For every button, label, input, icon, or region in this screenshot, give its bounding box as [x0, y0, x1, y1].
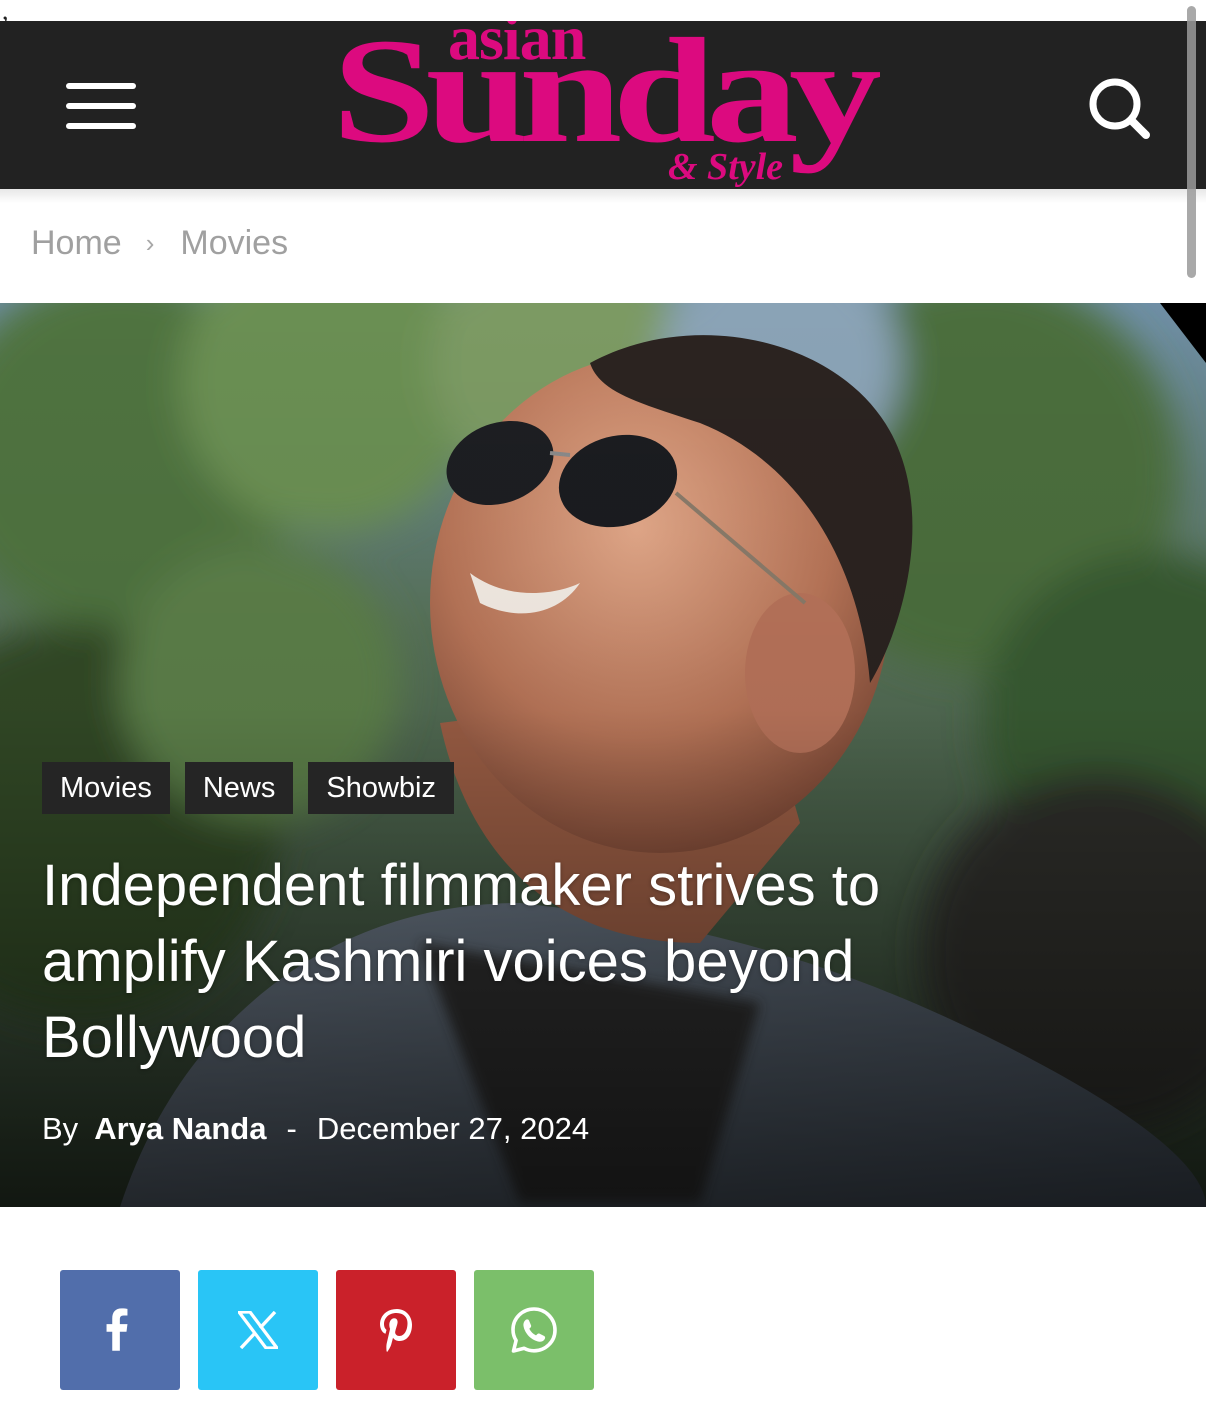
site-header: asian Sunday & Style	[0, 21, 1206, 189]
hamburger-menu-icon[interactable]	[66, 83, 138, 133]
page-scrollbar[interactable]	[1187, 6, 1196, 278]
article-meta: By Arya Nanda - December 27, 2024	[42, 1111, 589, 1147]
facebook-icon	[106, 1308, 128, 1351]
x-share-button[interactable]	[198, 1270, 318, 1390]
category-tag-showbiz[interactable]: Showbiz	[308, 762, 454, 814]
category-tags: Movies News Showbiz	[42, 762, 454, 814]
x-icon	[238, 1311, 278, 1349]
breadcrumb-separator: ›	[145, 228, 155, 258]
publish-date: December 27, 2024	[316, 1111, 590, 1146]
header-shadow	[0, 189, 1206, 203]
category-tag-news[interactable]: News	[184, 762, 294, 814]
share-buttons	[60, 1270, 594, 1390]
by-label: By	[42, 1111, 79, 1146]
pinterest-icon	[380, 1309, 412, 1352]
breadcrumb: Home › Movies	[31, 224, 288, 263]
facebook-share-button[interactable]	[60, 1270, 180, 1390]
category-tag-movies[interactable]: Movies	[42, 762, 170, 814]
breadcrumb-current[interactable]: Movies	[180, 224, 288, 263]
logo-style: & Style	[668, 146, 783, 188]
breadcrumb-home[interactable]: Home	[31, 224, 122, 263]
logo-sunday: Sunday	[332, 21, 880, 174]
hero-section: Movies News Showbiz Independent filmmake…	[0, 303, 1206, 1207]
meta-dash: -	[286, 1111, 297, 1146]
pinterest-share-button[interactable]	[336, 1270, 456, 1390]
whatsapp-share-button[interactable]	[474, 1270, 594, 1390]
search-icon[interactable]	[1086, 75, 1152, 141]
author-link[interactable]: Arya Nanda	[94, 1111, 266, 1147]
whatsapp-icon	[511, 1307, 557, 1353]
site-logo[interactable]: asian Sunday & Style	[330, 21, 880, 189]
status-strip: ,	[0, 0, 1206, 25]
article-title: Independent filmmaker strives to amplify…	[42, 853, 881, 1070]
